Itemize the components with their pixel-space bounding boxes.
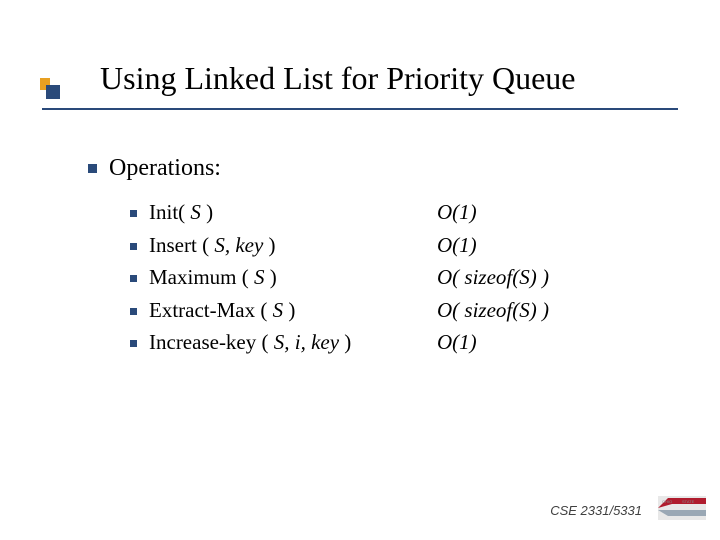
complexity: O(1) [437,326,477,359]
slide: Using Linked List for Priority Queue Ope… [0,0,720,540]
complexity: O(1) [437,229,477,262]
ornament-navy-square [46,85,60,99]
list-item: Insert ( S, key ) O(1) [130,229,549,262]
heading-text: Operations: [109,155,221,182]
list-item: Init( S ) O(1) [130,196,549,229]
heading-row: Operations: [88,155,549,182]
content-area: Operations: Init( S ) O(1) Insert ( S, k… [88,155,549,359]
footer-text: CSE 2331/5331 [550,503,642,518]
bullet-icon [130,275,137,282]
operation-name: Insert ( S, key ) [149,229,437,262]
complexity: O(1) [437,196,477,229]
ohio-logo-icon: OHIO STATE [658,492,706,524]
svg-text:OHIO: OHIO [662,499,672,504]
complexity: O( sizeof(S) ) [437,261,549,294]
ohio-state-logo: OHIO STATE [658,492,706,524]
bullet-icon [130,243,137,250]
operation-name: Extract-Max ( S ) [149,294,437,327]
list-item: Extract-Max ( S ) O( sizeof(S) ) [130,294,549,327]
operation-name: Increase-key ( S, i, key ) [149,326,437,359]
operation-name: Init( S ) [149,196,437,229]
complexity: O( sizeof(S) ) [437,294,549,327]
slide-title: Using Linked List for Priority Queue [100,60,575,97]
operations-list: Init( S ) O(1) Insert ( S, key ) O(1) Ma… [130,196,549,359]
list-item: Increase-key ( S, i, key ) O(1) [130,326,549,359]
title-underline [42,108,678,110]
list-item: Maximum ( S ) O( sizeof(S) ) [130,261,549,294]
operation-name: Maximum ( S ) [149,261,437,294]
bullet-icon [88,164,97,173]
bullet-icon [130,340,137,347]
title-ornament [40,78,58,98]
svg-text:STATE: STATE [682,499,695,504]
bullet-icon [130,308,137,315]
bullet-icon [130,210,137,217]
